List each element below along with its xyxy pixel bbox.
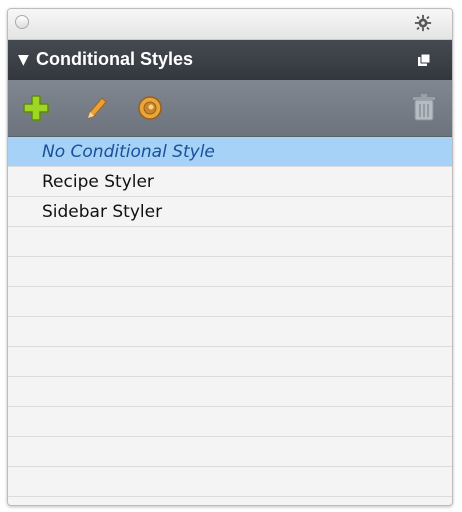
empty-row (8, 317, 452, 347)
panel-toolbar (8, 80, 452, 137)
empty-row (8, 227, 452, 257)
conditional-style-list: No Conditional Style Recipe Styler Sideb… (8, 137, 452, 497)
pencil-icon[interactable] (82, 94, 110, 122)
close-button[interactable] (15, 15, 29, 29)
palette-icon[interactable] (136, 94, 164, 122)
list-item[interactable]: No Conditional Style (8, 137, 452, 167)
empty-row (8, 437, 452, 467)
empty-row (8, 287, 452, 317)
empty-row (8, 467, 452, 497)
empty-row (8, 407, 452, 437)
list-item[interactable]: Recipe Styler (8, 167, 452, 197)
panel-title: Conditional Styles (36, 49, 194, 69)
panel-header[interactable]: ▼ Conditional Styles (8, 40, 452, 80)
list-item[interactable]: Sidebar Styler (8, 197, 452, 227)
empty-row (8, 257, 452, 287)
panel-titlebar (8, 9, 452, 40)
panel-menu-icon[interactable] (416, 52, 432, 68)
empty-row (8, 347, 452, 377)
plus-icon[interactable] (22, 94, 50, 122)
collapse-triangle-icon[interactable]: ▼ (18, 52, 29, 68)
gear-icon[interactable] (414, 14, 432, 32)
empty-row (8, 377, 452, 407)
conditional-styles-panel: ▼ Conditional Styles No Conditional Styl… (7, 8, 453, 506)
trash-icon[interactable] (412, 94, 436, 122)
